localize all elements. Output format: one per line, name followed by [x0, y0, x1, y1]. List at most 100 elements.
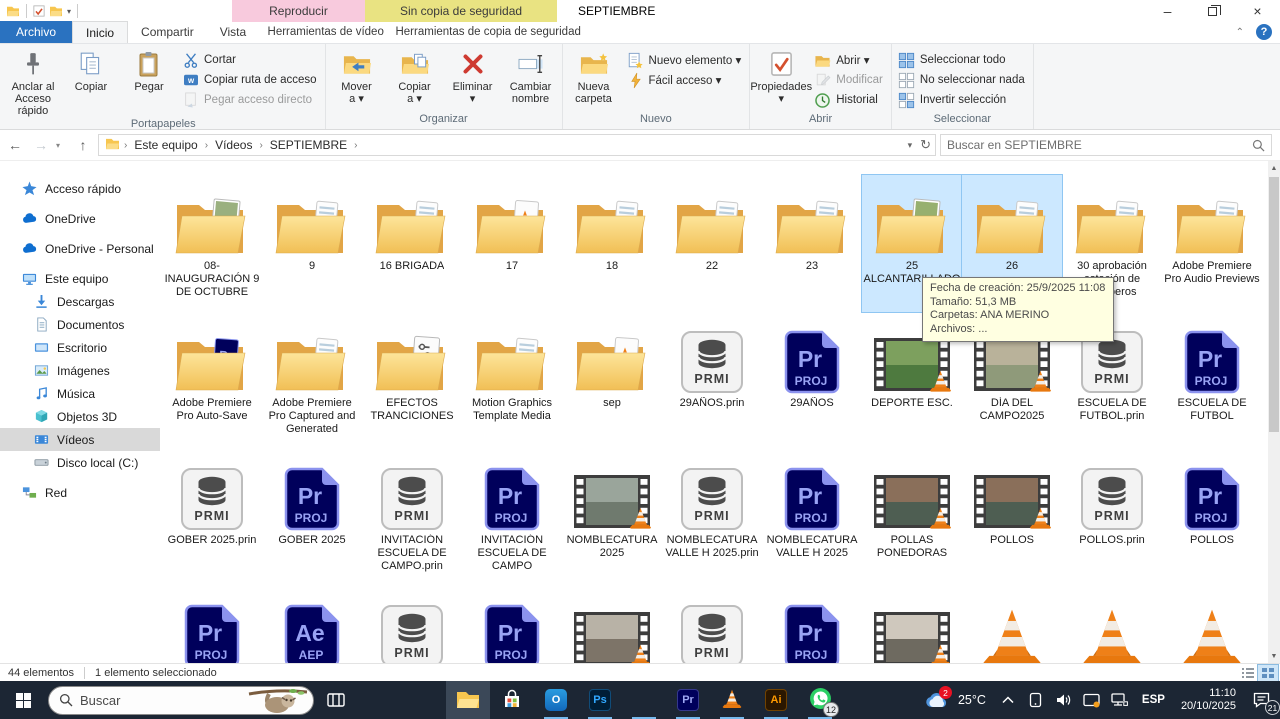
taskbar-app-copilot[interactable] — [358, 681, 402, 719]
file-pollos[interactable]: POLLOS — [962, 449, 1062, 586]
scroll-up-icon[interactable]: ▲ — [1268, 161, 1280, 175]
copiar-button[interactable]: Copiar — [62, 46, 120, 117]
address-dropdown-icon[interactable]: ▾ — [908, 140, 913, 151]
collapse-ribbon-icon[interactable]: ⌃ — [1236, 27, 1244, 38]
explorer-mini-folder-icon[interactable] — [6, 5, 20, 17]
sidebar-item-red[interactable]: Red — [0, 481, 160, 504]
seleccionar-todo-button[interactable]: Seleccionar todo — [894, 50, 1031, 70]
anclar-al-acceso-rapido-button[interactable]: Anclar alAcceso rápido — [4, 46, 62, 117]
tab-archivo[interactable]: Archivo — [0, 21, 72, 43]
taskbar-app-explorer[interactable] — [446, 681, 490, 719]
sidebar-item-este-equipo[interactable]: Este equipo — [0, 267, 160, 290]
file-nomblecatura-valle-h-2025-prin[interactable]: PRMINOMBLECATURA VALLE H 2025.prin — [662, 449, 762, 586]
file-08-inauguracion-9-de-octubre[interactable]: 08-INAUGURACIÓN 9 DE OCTUBRE — [162, 175, 262, 312]
file-item-39[interactable]: PRMI — [662, 586, 762, 663]
copiar-a-button[interactable]: Copiara ▾ — [386, 46, 444, 112]
search-icon[interactable] — [1252, 139, 1265, 152]
historial-button[interactable]: Historial — [810, 90, 889, 110]
nuevo-elemento-button[interactable]: Nuevo elemento ▾ — [623, 50, 748, 70]
propiedades-button[interactable]: Propiedades▾ — [752, 46, 810, 112]
pegar-button[interactable]: Pegar — [120, 46, 178, 117]
taskbar-app-photoshop[interactable]: Ps — [578, 681, 622, 719]
language-indicator[interactable]: ESP — [1142, 694, 1165, 706]
no-seleccionar-nada-button[interactable]: No seleccionar nada — [894, 70, 1031, 90]
tab-herramientas-de-copia-de-seguridad[interactable]: Herramientas de copia de seguridad — [392, 21, 584, 43]
search-input[interactable] — [947, 138, 1252, 152]
file-item-44[interactable] — [1162, 586, 1262, 663]
sidebar-item-escritorio[interactable]: Escritorio — [0, 336, 160, 359]
notifications-button[interactable]: 21 — [1246, 681, 1276, 719]
file-item-37[interactable]: PrPROJ — [462, 586, 562, 663]
file-16-brigada[interactable]: 16 BRIGADA — [362, 175, 462, 312]
file-item-34[interactable]: PrPROJ — [162, 586, 262, 663]
volume-icon[interactable] — [1052, 681, 1076, 719]
properties-check-icon[interactable] — [33, 5, 45, 17]
taskbar-app-vlc[interactable] — [710, 681, 754, 719]
details-view-icon[interactable] — [1238, 665, 1258, 681]
weather-widget[interactable]: 2 — [922, 681, 952, 719]
sidebar-item-objetos-3d[interactable]: Objetos 3D — [0, 405, 160, 428]
sidebar-item-videos[interactable]: Vídeos — [0, 428, 160, 451]
file-23[interactable]: 23 — [762, 175, 862, 312]
file-pollos-prin[interactable]: PRMIPOLLOS.prin — [1062, 449, 1162, 586]
cast-icon[interactable] — [1080, 681, 1104, 719]
file-9[interactable]: 9 — [262, 175, 362, 312]
scrollbar-thumb[interactable] — [1269, 177, 1279, 432]
file-pollos[interactable]: PrPROJPOLLOS — [1162, 449, 1262, 586]
close-button[interactable]: × — [1235, 0, 1280, 22]
file-adobe-premiere-pro-captured-and-generated[interactable]: Adobe Premiere Pro Captured and Generate… — [262, 312, 362, 449]
backup-tools-header[interactable]: Sin copia de seguridad — [365, 0, 557, 22]
tab-vista[interactable]: Vista — [207, 21, 259, 43]
start-button[interactable] — [0, 681, 46, 719]
taskbar-app-whatsapp[interactable]: 12 — [798, 681, 842, 719]
sidebar-item-documentos[interactable]: Documentos — [0, 313, 160, 336]
file-17[interactable]: 17 — [462, 175, 562, 312]
invertir-seleccion-button[interactable]: Invertir selección — [894, 90, 1031, 110]
taskbar-app-premiere[interactable]: Pr — [666, 681, 710, 719]
sidebar-item-descargas[interactable]: Descargas — [0, 290, 160, 313]
modificar-button[interactable]: Modificar — [810, 70, 889, 90]
thumbnails-view-icon[interactable] — [1258, 665, 1278, 681]
restore-button[interactable] — [1190, 0, 1235, 22]
file-item-36[interactable]: PRMI — [362, 586, 462, 663]
sidebar-item-onedrive[interactable]: OneDrive — [0, 207, 160, 230]
taskbar-app-illustrator[interactable]: Ai — [754, 681, 798, 719]
crumb-este-equipo[interactable]: Este equipo — [129, 138, 202, 152]
clock[interactable]: 11:10 20/10/2025 — [1181, 687, 1236, 713]
file-nomblecatura-2025[interactable]: NOMBLECATURA 2025 — [562, 449, 662, 586]
file-invitacion-escuela-de-campo[interactable]: PrPROJINVITACIÓN ESCUELA DE CAMPO — [462, 449, 562, 586]
task-view-button[interactable] — [314, 681, 358, 719]
file-item-41[interactable] — [862, 586, 962, 663]
tab-compartir[interactable]: Compartir — [128, 21, 207, 43]
folder-mini-icon[interactable] — [49, 5, 63, 17]
tray-chevron-icon[interactable] — [996, 681, 1020, 719]
file-nomblecatura-valle-h-2025[interactable]: PrPROJNOMBLECATURA VALLE H 2025 — [762, 449, 862, 586]
taskbar-search-input[interactable] — [80, 693, 240, 708]
facil-acceso-button[interactable]: Fácil acceso ▾ — [623, 70, 748, 90]
video-tools-header[interactable]: Reproducir — [232, 0, 365, 22]
file-29anos-prin[interactable]: PRMI29AÑOS.prin — [662, 312, 762, 449]
sidebar-item-onedrive-personal[interactable]: OneDrive - Personal — [0, 237, 160, 260]
up-button[interactable]: ↑ — [72, 137, 94, 153]
file-efectos-tranciciones[interactable]: PSETEFECTOS TRANCICIONES — [362, 312, 462, 449]
file-18[interactable]: 18 — [562, 175, 662, 312]
tab-herramientas-de-video[interactable]: Herramientas de vídeo — [259, 21, 392, 43]
forward-button[interactable]: → — [30, 137, 52, 153]
tab-inicio[interactable]: Inicio — [72, 21, 128, 43]
file-item-40[interactable]: PrPROJ — [762, 586, 862, 663]
nueva-carpeta-button[interactable]: Nuevacarpeta — [565, 46, 623, 112]
network-icon[interactable] — [1108, 681, 1132, 719]
phone-link-icon[interactable] — [1024, 681, 1048, 719]
cambiar-nombre-button[interactable]: Cambiarnombre — [502, 46, 560, 112]
file-motion-graphics-template-media[interactable]: Motion Graphics Template Media — [462, 312, 562, 449]
file-adobe-premiere-pro-audio-previews[interactable]: Adobe Premiere Pro Audio Previews — [1162, 175, 1262, 312]
abrir-button[interactable]: Abrir ▾ — [810, 50, 889, 70]
crumb-separator[interactable]: › — [259, 140, 262, 151]
taskbar-search[interactable] — [48, 686, 314, 715]
taskbar-app-outlook[interactable]: O — [534, 681, 578, 719]
taskbar-app-firefox[interactable] — [622, 681, 666, 719]
taskbar-app-edge[interactable] — [402, 681, 446, 719]
crumb-separator[interactable]: › — [354, 140, 357, 151]
taskbar-app-store[interactable] — [490, 681, 534, 719]
breadcrumb[interactable]: › Este equipo›Vídeos›SEPTIEMBRE› ▾ ↻ — [98, 134, 936, 156]
